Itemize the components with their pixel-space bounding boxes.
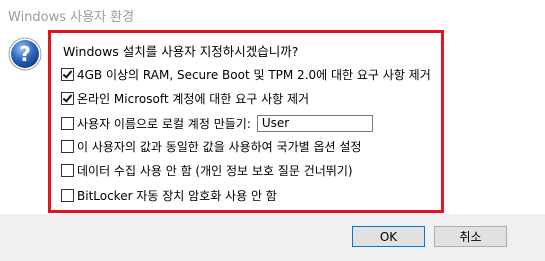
option-label: 이 사용자의 값과 동일한 값을 사용하여 국가별 옵션 설정	[77, 139, 362, 154]
option-remove-online-account[interactable]: 온라인 Microsoft 계정에 대한 요구 사항 제거	[61, 89, 309, 107]
button-bar: OK 취소	[0, 214, 545, 261]
svg-text:?: ?	[19, 42, 31, 66]
title-bar: Windows 사용자 환경	[0, 0, 545, 30]
option-label: 4GB 이상의 RAM, Secure Boot 및 TPM 2.0에 대한 요…	[77, 67, 431, 82]
option-regional-settings[interactable]: 이 사용자의 값과 동일한 값을 사용하여 국가별 옵션 설정	[61, 137, 361, 155]
prompt-text: Windows 설치를 사용자 지정하시겠습니까?	[63, 44, 299, 59]
checkbox-disable-bitlocker[interactable]	[61, 188, 74, 202]
username-input[interactable]	[256, 114, 373, 132]
checkbox-regional-settings[interactable]	[61, 139, 74, 153]
option-remove-hw-requirements[interactable]: 4GB 이상의 RAM, Secure Boot 및 TPM 2.0에 대한 요…	[61, 65, 431, 83]
option-label: 데이터 수집 사용 안 함 (개인 정보 보호 질문 건너뛰기)	[77, 163, 353, 178]
ok-button[interactable]: OK	[352, 226, 425, 247]
option-disable-data-collection[interactable]: 데이터 수집 사용 안 함 (개인 정보 보호 질문 건너뛰기)	[61, 161, 353, 179]
checkbox-disable-data-collection[interactable]	[61, 163, 74, 177]
option-label: 온라인 Microsoft 계정에 대한 요구 사항 제거	[77, 91, 310, 106]
option-label: 사용자 이름으로 로컬 계정 만들기:	[77, 116, 251, 131]
option-disable-bitlocker[interactable]: BitLocker 자동 장치 암호화 사용 안 함	[61, 186, 277, 204]
dialog-window: Windows 사용자 환경 ? Windows 설치를 사용자 지정하시겠습니…	[0, 0, 545, 261]
option-local-account[interactable]: 사용자 이름으로 로컬 계정 만들기:	[61, 114, 373, 132]
checkbox-remove-online-account[interactable]	[61, 91, 74, 105]
cancel-button[interactable]: 취소	[434, 226, 507, 247]
checkbox-local-account[interactable]	[61, 116, 74, 130]
window-title: Windows 사용자 환경	[8, 10, 135, 25]
option-label: BitLocker 자동 장치 암호화 사용 안 함	[77, 188, 277, 203]
highlight-box: Windows 설치를 사용자 지정하시겠습니까? 4GB 이상의 RAM, S…	[48, 30, 444, 213]
question-icon: ?	[8, 37, 42, 71]
checkbox-remove-hw-requirements[interactable]	[61, 67, 74, 81]
